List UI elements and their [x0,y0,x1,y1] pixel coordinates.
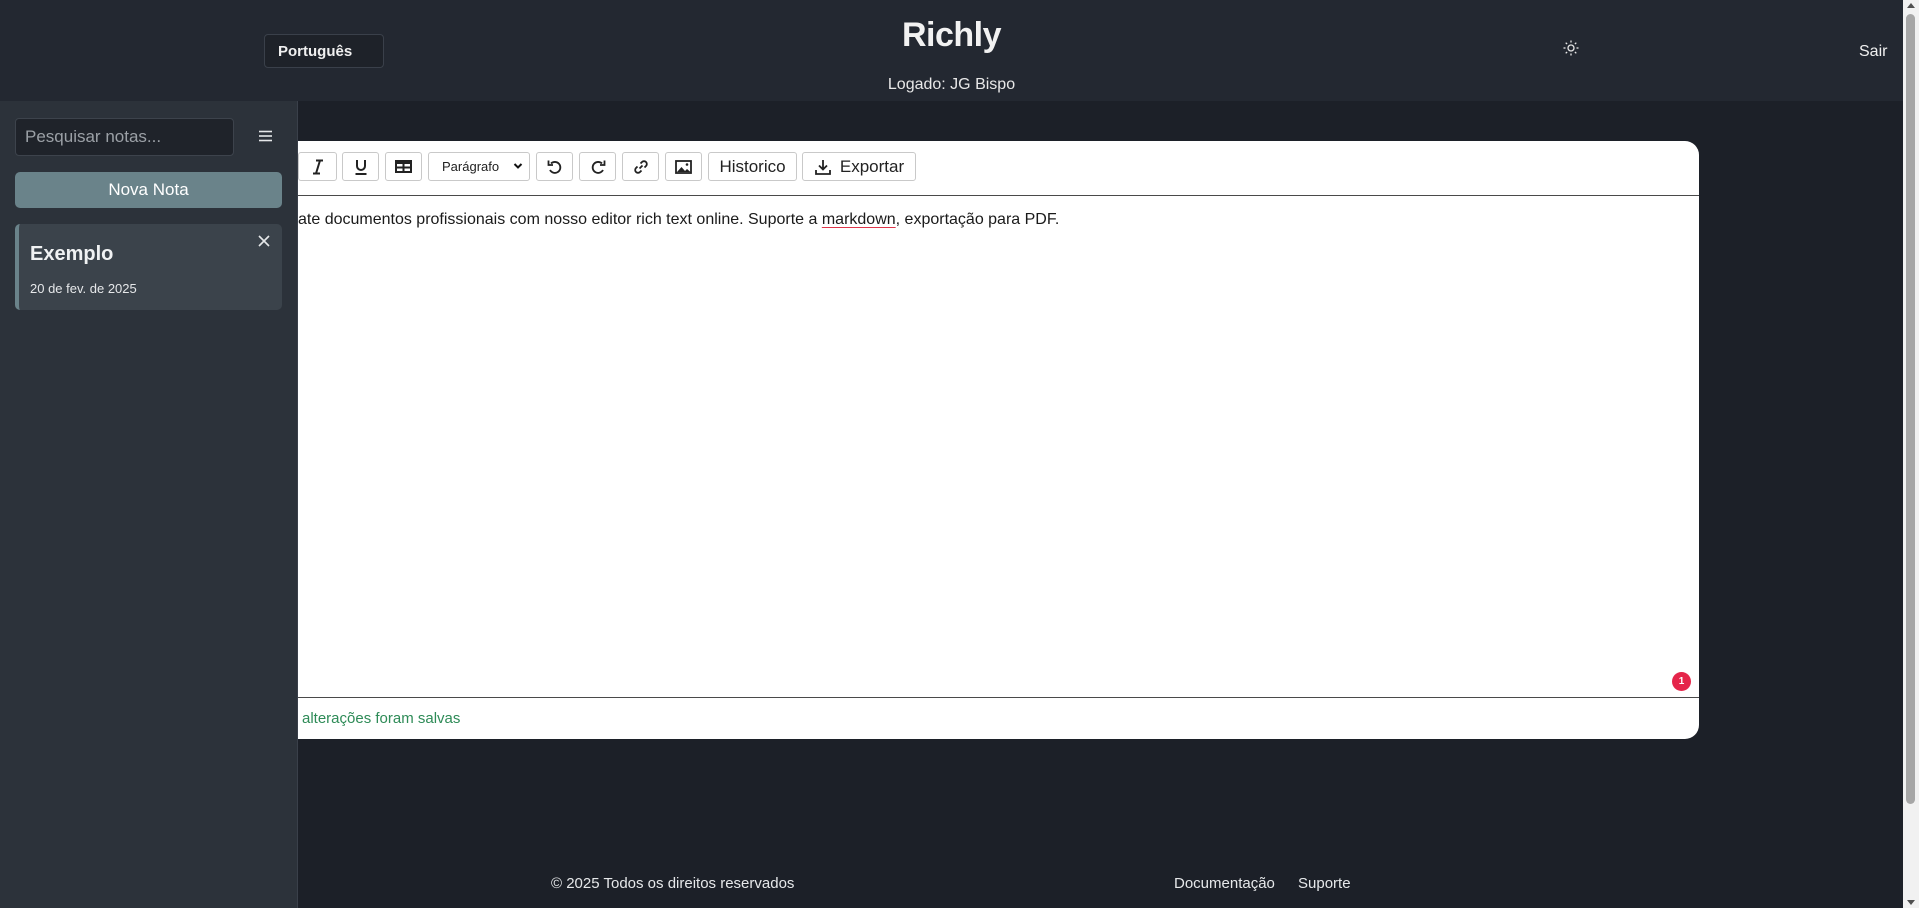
page-scrollbar[interactable] [1903,0,1919,908]
search-input[interactable] [15,118,234,156]
note-item[interactable]: Exemplo 20 de fev. de 2025 [15,224,282,310]
notification-badge[interactable]: 1 [1672,672,1691,691]
logout-link[interactable]: Sair [1859,43,1887,61]
italic-icon [312,159,323,174]
table-icon [395,160,412,173]
footer-support-link[interactable]: Suporte [1298,875,1351,892]
block-format-value: Parágrafo [442,159,500,174]
history-label: Historico [719,156,786,176]
save-status: alterações foram salvas [302,710,461,727]
editor-panel: Parágrafo Historico Exportar ate documen… [298,141,1699,739]
table-button[interactable] [385,152,422,181]
new-note-button[interactable]: Nova Nota [15,172,282,208]
footer-docs-link[interactable]: Documentação [1174,875,1275,892]
sun-icon [1563,40,1579,56]
underline-button[interactable] [342,152,379,181]
notes-sidebar: Nova Nota Exemplo 20 de fev. de 2025 [0,101,298,908]
image-icon [675,159,692,174]
undo-icon [547,160,561,174]
delete-note-button[interactable] [257,234,273,250]
export-button[interactable]: Exportar [802,152,916,181]
undo-button[interactable] [536,152,573,181]
scroll-thumb[interactable] [1906,14,1915,804]
download-icon [814,159,831,175]
menu-button[interactable] [255,126,275,146]
block-format-select[interactable]: Parágrafo [428,152,530,181]
italic-button[interactable] [298,152,337,181]
footer-copyright: © 2025 Todos os direitos reservados [551,875,795,892]
editor-status-bar: alterações foram salvas [298,697,1699,739]
image-button[interactable] [665,152,702,181]
misspelled-word: markdown [821,211,896,228]
link-button[interactable] [622,152,659,181]
export-label: Exportar [839,156,905,176]
theme-toggle-button[interactable] [1560,37,1582,59]
content-text-after: , exportação para PDF. [895,211,1060,228]
note-title: Exemplo [30,243,114,265]
content-text-before: ate documentos profissionais com nosso e… [298,211,822,228]
hamburger-icon [258,130,272,142]
editor-content[interactable]: ate documentos profissionais com nosso e… [298,211,1059,229]
link-icon [633,159,648,174]
close-icon [258,235,270,247]
note-date: 20 de fev. de 2025 [30,281,137,296]
redo-icon [591,160,605,174]
underline-icon [355,159,366,175]
app-title: Richly [901,16,1002,54]
chevron-down-icon [513,163,523,169]
history-button[interactable]: Historico [708,152,797,181]
editor-toolbar: Parágrafo Historico Exportar [298,141,1699,196]
scroll-up-arrow-icon[interactable] [1907,3,1915,8]
logged-in-user: Logado: JG Bispo [887,76,1016,93]
redo-button[interactable] [579,152,616,181]
new-note-label: Nova Nota [108,180,189,199]
app-header: Português Richly Logado: JG Bispo Sair [0,0,1903,101]
scroll-down-arrow-icon[interactable] [1907,900,1915,905]
